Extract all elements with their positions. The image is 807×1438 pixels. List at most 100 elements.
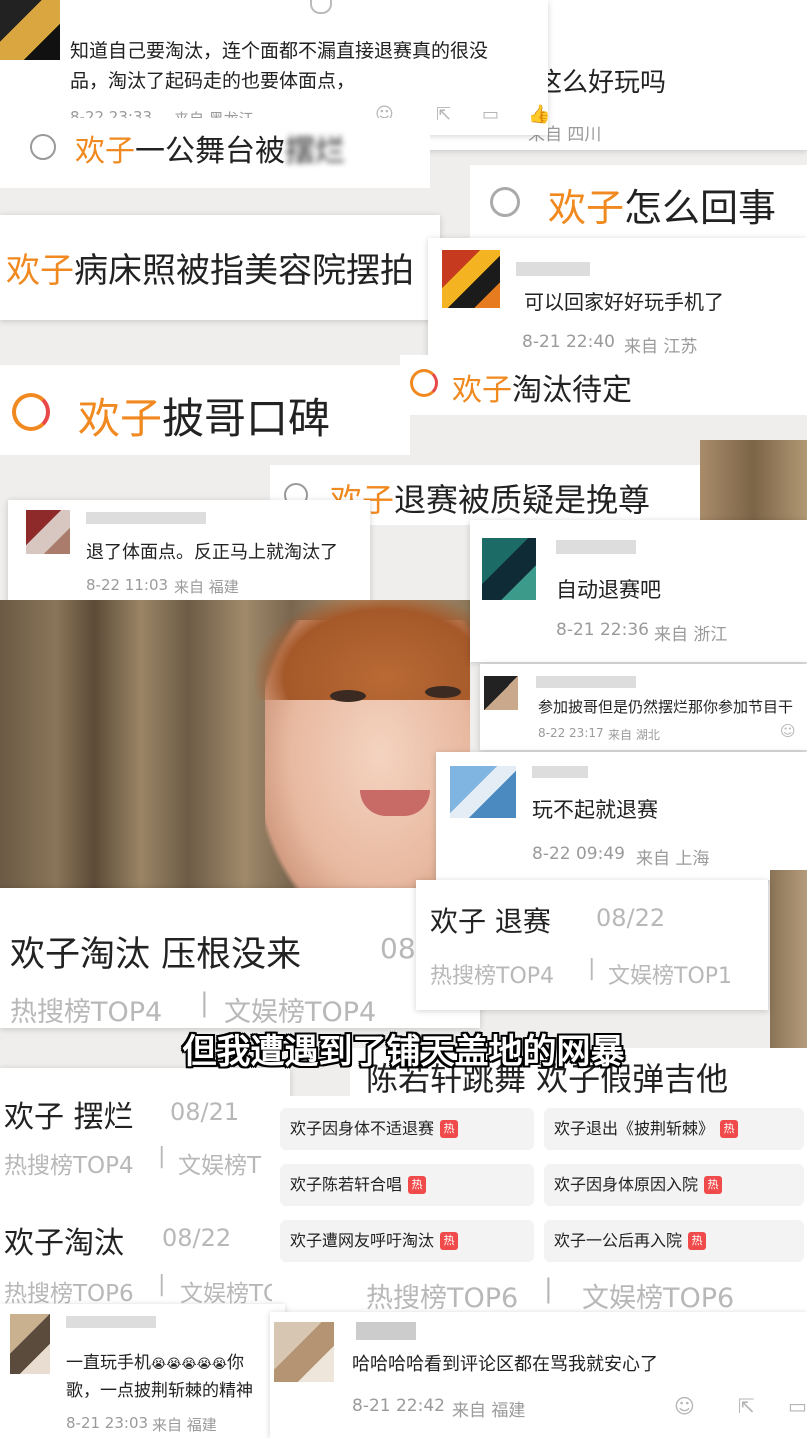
rank-ent: 文娱榜TOP6 xyxy=(582,1283,735,1312)
comment-time: 8-22 23:17 xyxy=(538,726,604,740)
username-blur xyxy=(536,676,636,688)
comment-text: 玩不起就退赛 xyxy=(532,798,658,822)
rank-hot: 热搜榜TOP4 xyxy=(10,997,163,1028)
hot-badge: 热 xyxy=(440,1232,459,1250)
comment-location: 来自 江苏 xyxy=(624,337,698,357)
video-frame[interactable] xyxy=(0,600,470,890)
rank-ent: 文娱榜TOP4 xyxy=(224,997,377,1028)
avatar[interactable] xyxy=(0,0,60,60)
avatar[interactable] xyxy=(484,676,518,710)
rank-card-1[interactable]: 欢子 退赛 08/22 热搜榜TOP4 | 文娱榜TOP1 xyxy=(416,880,768,1010)
rank-list-panel: 欢子 摆烂 08/21 热搜榜TOP4 | 文娱榜T 欢子淘汰 08/22 热搜… xyxy=(0,1068,290,1308)
hot-badge: 热 xyxy=(720,1120,739,1138)
comment-text: 自动退赛吧 xyxy=(556,578,661,602)
search-history-item-5[interactable]: 欢子披哥口碑 xyxy=(0,365,410,455)
search-hot-icon xyxy=(12,393,50,431)
hot-badge: 热 xyxy=(688,1232,707,1250)
comment-text: 可以回家好好玩手机了 xyxy=(524,290,724,314)
hot-chip[interactable]: 欢子退出《披荆斩棘》热 xyxy=(544,1108,804,1150)
comment-location: 来自 浙江 xyxy=(654,625,728,645)
rank-hot: 热搜榜TOP6 xyxy=(366,1283,519,1312)
comment-icon[interactable]: ▭ xyxy=(482,104,499,125)
username-blur xyxy=(532,766,588,778)
comment-location: 来自 福建 xyxy=(452,1401,526,1421)
username-blur xyxy=(516,262,590,276)
emoji-reply-icon[interactable]: ☺ xyxy=(674,1394,695,1418)
rank-hot: 热搜榜TOP4 xyxy=(430,964,555,989)
hot-topics-panel: 欢子因身体不适退赛热 欢子退出《披荆斩棘》热 欢子陈若轩合唱热 欢子因身体原因入… xyxy=(272,1096,807,1312)
hot-badge: 热 xyxy=(408,1176,427,1194)
rank-topic: 欢子 退赛 xyxy=(430,905,551,938)
rank-topic[interactable]: 欢子淘汰 xyxy=(4,1218,124,1262)
comment-card-fujian-1: 退了体面点。反正马上就淘汰了 8-22 11:03 来自 福建 xyxy=(8,500,370,608)
comment-card-jiangsu: 可以回家好好玩手机了 8-21 22:40 来自 江苏 xyxy=(428,238,807,360)
hot-chip[interactable]: 欢子遭网友呼吁淘汰热 xyxy=(280,1220,534,1262)
avatar[interactable] xyxy=(450,766,516,818)
rank-divider: | xyxy=(158,1272,166,1297)
comment-card-shanghai: 玩不起就退赛 8-22 09:49 来自 上海 xyxy=(436,752,807,880)
rank-divider: | xyxy=(200,988,209,1018)
hair xyxy=(255,600,470,700)
comment-line-1: 一直玩手机😭😭😭😭😭你 xyxy=(66,1353,244,1373)
comment-location: 来自 福建 xyxy=(174,578,239,596)
comment-location: 来自 湖北 xyxy=(608,728,660,742)
rank-divider: | xyxy=(588,956,596,981)
avatar[interactable] xyxy=(482,538,536,600)
rank-date: 08/22 xyxy=(596,904,666,932)
comment-time: 8-22 09:49 xyxy=(532,844,625,864)
hot-badge: 热 xyxy=(440,1120,459,1138)
avatar[interactable] xyxy=(274,1322,334,1382)
comment-card-fujian-3: 哈哈哈哈看到评论区都在骂我就安心了 8-21 22:42 来自 福建 ☺ ⇱ ▭ xyxy=(270,1312,807,1438)
rank-hot: 热搜榜TOP4 xyxy=(4,1153,134,1179)
comment-time: 8-21 22:36 xyxy=(556,620,649,640)
rank-ent: 文娱榜T xyxy=(178,1153,262,1179)
comment-card-hubei: 参加披哥但是仍然摆烂那你参加节目干 8-22 23:17 来自 湖北 ☺ xyxy=(480,664,807,750)
rank-divider: | xyxy=(158,1144,166,1169)
hot-chip[interactable]: 欢子因身体原因入院热 xyxy=(544,1164,804,1206)
comment-text: 哈哈哈哈看到评论区都在骂我就安心了 xyxy=(352,1354,658,1375)
right-eye xyxy=(425,686,461,698)
comment-location: 来自 上海 xyxy=(636,849,710,869)
search-history-item-2[interactable]: 欢子怎么回事 xyxy=(470,165,807,245)
comment-time: 8-21 23:03 xyxy=(66,1414,149,1432)
rank-topic: 欢子淘汰 压根没来 xyxy=(10,935,302,975)
avatar[interactable] xyxy=(442,250,500,308)
avatar[interactable] xyxy=(26,510,70,554)
comment-icon[interactable]: ▭ xyxy=(788,1394,807,1418)
rank-hot: 热搜榜TOP6 xyxy=(4,1281,134,1307)
search-history-item-4[interactable]: 欢子淘汰待定 xyxy=(400,355,807,415)
comment-line-2: 歌，一点披荆斩棘的精神 xyxy=(66,1381,253,1401)
emoji-reply-icon[interactable]: ☺ xyxy=(780,722,796,740)
search-icon xyxy=(490,187,520,217)
search-text: 欢子怎么回事 xyxy=(548,186,777,230)
share-icon[interactable]: ⇱ xyxy=(738,1394,755,1418)
rank-card-2[interactable]: 欢子淘汰 压根没来 08 热搜榜TOP4 | 文娱榜TOP4 xyxy=(0,888,480,1028)
search-history-item-1[interactable]: 欢子一公舞台被摆烂 xyxy=(0,118,430,188)
search-history-item-3[interactable]: 欢子病床照被指美容院摆拍 xyxy=(0,215,440,320)
search-text: 欢子披哥口碑 xyxy=(78,394,331,443)
like-icon[interactable]: 👍 xyxy=(528,104,548,125)
hot-chip[interactable]: 欢子陈若轩合唱热 xyxy=(280,1164,534,1206)
comment-text: 参加披哥但是仍然摆烂那你参加节目干 xyxy=(538,698,794,716)
share-icon[interactable]: ⇱ xyxy=(436,104,451,125)
hot-badge: 热 xyxy=(704,1176,723,1194)
comment-time: 8-22 11:03 xyxy=(86,576,169,594)
comment-location: 来自 福建 xyxy=(152,1416,217,1434)
comment-time: 8-21 22:40 xyxy=(522,332,615,352)
search-text: 欢子一公舞台被摆烂 xyxy=(75,134,345,169)
rank-divider: | xyxy=(544,1274,553,1304)
avatar[interactable] xyxy=(10,1314,50,1374)
rank-topic[interactable]: 欢子 摆烂 xyxy=(4,1092,134,1136)
hot-chip[interactable]: 欢子一公后再入院热 xyxy=(544,1220,804,1262)
rank-date: 08 xyxy=(380,932,416,965)
comment-text: 退了体面点。反正马上就淘汰了 xyxy=(86,542,338,563)
search-hot-icon xyxy=(410,369,438,397)
comment-time: 8-21 22:42 xyxy=(352,1396,445,1416)
hot-chip[interactable]: 欢子因身体不适退赛热 xyxy=(280,1108,534,1150)
search-text: 欢子淘汰待定 xyxy=(452,373,632,408)
comment-line-2: 品，淘汰了起码走的也要体面点， xyxy=(70,70,356,92)
more-icon[interactable] xyxy=(310,0,332,14)
comment-line-1: 知道自己要淘汰，连个面都不漏直接退赛真的很没 xyxy=(70,40,489,62)
search-text: 欢子病床照被指美容院摆拍 xyxy=(6,251,414,291)
comment-card-fujian-2: 一直玩手机😭😭😭😭😭你 歌，一点披荆斩棘的精神 8-21 23:03 来自 福建 xyxy=(0,1304,285,1438)
